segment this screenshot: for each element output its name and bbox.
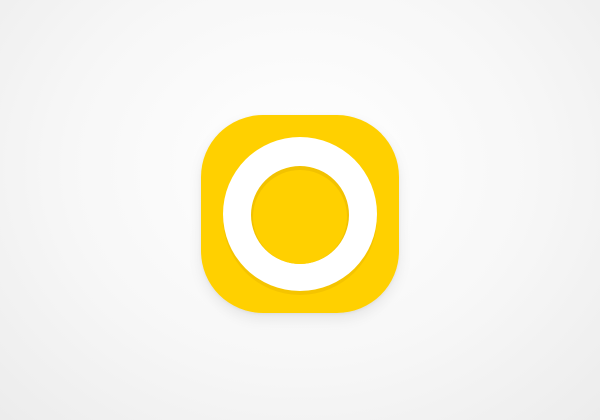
circle-ring-icon bbox=[201, 115, 399, 313]
icon-center bbox=[253, 170, 347, 264]
app-icon[interactable] bbox=[201, 115, 399, 313]
canvas bbox=[0, 0, 600, 420]
